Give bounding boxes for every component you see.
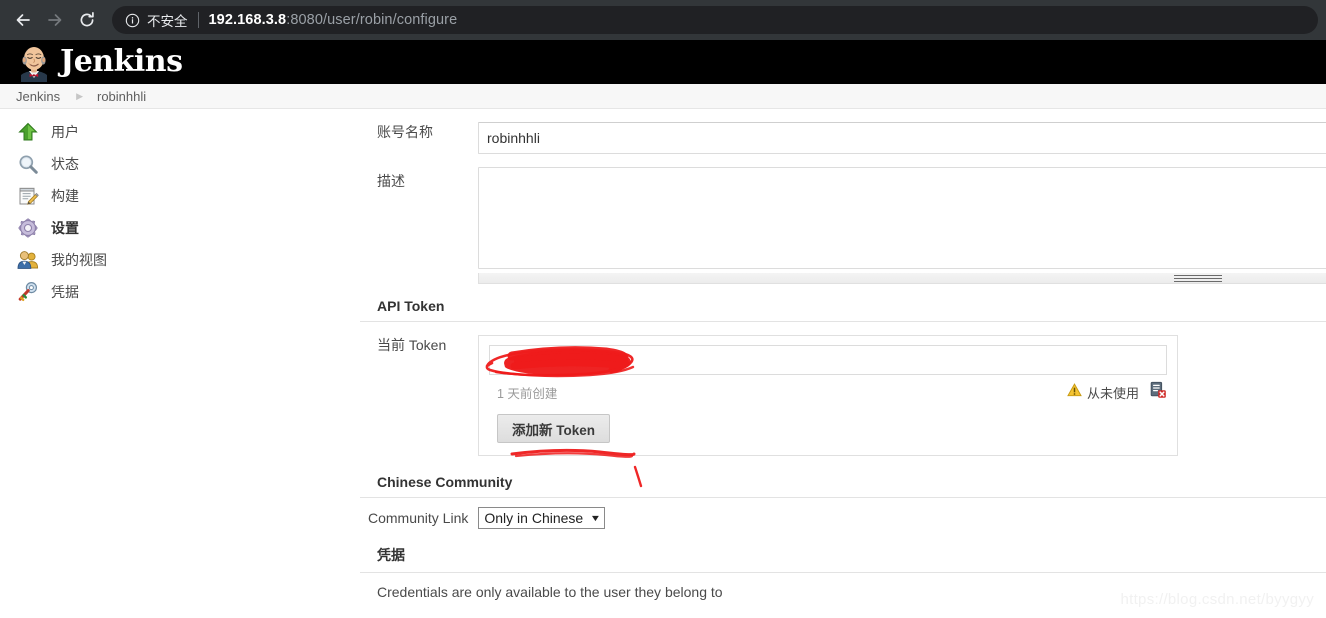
description-textarea[interactable] xyxy=(478,167,1326,269)
sidebar-item-configure[interactable]: 设置 xyxy=(0,212,360,244)
warning-triangle-icon xyxy=(1067,383,1082,402)
breadcrumb-item-jenkins[interactable]: Jenkins xyxy=(16,89,60,104)
key-icon xyxy=(16,280,40,304)
url-host: 192.168.3.8 xyxy=(209,12,287,28)
omnibox-divider xyxy=(198,12,199,28)
token-status-group: 从未使用 xyxy=(1067,381,1167,404)
account-name-input[interactable] xyxy=(478,122,1326,154)
security-status-label: 不安全 xyxy=(147,10,188,30)
credentials-divider xyxy=(360,572,1326,573)
breadcrumb: Jenkins ▶ robinhhli xyxy=(0,84,1326,109)
credentials-heading: 凭据 xyxy=(360,545,1326,565)
url-path: :8080/user/robin/configure xyxy=(286,12,457,28)
up-arrow-icon xyxy=(16,120,40,144)
token-panel: 1 天前创建 从未使用 xyxy=(478,335,1178,456)
chinese-community-divider xyxy=(360,497,1326,498)
sidebar-item-builds[interactable]: 构建 xyxy=(0,180,360,212)
sidebar-item-users[interactable]: 用户 xyxy=(0,116,360,148)
sidebar-item-credentials[interactable]: 凭据 xyxy=(0,276,360,308)
form-row-description: 描述 xyxy=(360,167,1326,284)
resize-grip-icon[interactable] xyxy=(1174,275,1222,281)
reload-button[interactable] xyxy=(72,5,102,35)
breadcrumb-item-robinhhli[interactable]: robinhhli xyxy=(97,89,146,104)
community-link-select[interactable]: Only in Chinese ▼ xyxy=(478,507,605,529)
api-token-heading: API Token xyxy=(360,298,1326,314)
magnifier-icon xyxy=(16,152,40,176)
add-new-token-button[interactable]: 添加新 Token xyxy=(497,414,610,443)
sidebar-item-label: 用户 xyxy=(51,122,79,142)
notepad-pencil-icon xyxy=(16,184,40,208)
breadcrumb-separator-icon: ▶ xyxy=(76,92,83,101)
jenkins-home-link[interactable]: Jenkins xyxy=(16,42,182,82)
address-bar[interactable]: 不安全 192.168.3.8:8080/user/robin/configur… xyxy=(112,6,1318,34)
community-link-selected-value: Only in Chinese xyxy=(484,510,583,526)
info-circle-icon[interactable] xyxy=(124,12,140,28)
sidebar-item-label: 我的视图 xyxy=(51,250,107,270)
people-icon xyxy=(16,248,40,272)
token-meta-row: 1 天前创建 从未使用 xyxy=(489,381,1167,403)
chinese-community-heading: Chinese Community xyxy=(360,474,1326,490)
url-text: 192.168.3.8:8080/user/robin/configure xyxy=(209,12,458,28)
browser-toolbar: 不安全 192.168.3.8:8080/user/robin/configur… xyxy=(0,0,1326,40)
sidebar-item-label: 构建 xyxy=(51,186,79,206)
sidebar-item-status[interactable]: 状态 xyxy=(0,148,360,180)
forward-button[interactable] xyxy=(40,5,70,35)
jenkins-header: Jenkins xyxy=(0,40,1326,84)
user-configure-form: 账号名称 描述 API Token 当前 Token 1 天前创建 xyxy=(360,116,1326,618)
jenkins-butler-icon xyxy=(16,42,52,82)
community-link-label: Community Link xyxy=(368,510,468,526)
back-button[interactable] xyxy=(8,5,38,35)
gear-icon xyxy=(16,216,40,240)
current-token-label: 当前 Token xyxy=(360,335,478,355)
sidebar-item-label: 状态 xyxy=(51,154,79,174)
token-status-label: 从未使用 xyxy=(1087,383,1139,402)
watermark: https://blog.csdn.net/byygyy xyxy=(1120,591,1314,608)
sidebar: 用户 状态 构建 xyxy=(0,116,360,308)
description-resize-bar[interactable] xyxy=(478,273,1326,284)
jenkins-wordmark: Jenkins xyxy=(60,47,182,77)
api-token-divider xyxy=(360,321,1326,322)
token-created-text: 1 天前创建 xyxy=(489,383,557,402)
chevron-down-icon: ▼ xyxy=(590,513,602,523)
revoke-token-icon[interactable] xyxy=(1149,381,1167,404)
sidebar-item-my-views[interactable]: 我的视图 xyxy=(0,244,360,276)
token-name-input[interactable] xyxy=(489,345,1167,375)
sidebar-item-label: 凭据 xyxy=(51,282,79,302)
form-row-account-name: 账号名称 xyxy=(360,122,1326,154)
description-label: 描述 xyxy=(360,167,478,191)
account-name-label: 账号名称 xyxy=(360,122,478,142)
sidebar-item-label: 设置 xyxy=(51,218,79,238)
form-row-community-link: Community Link Only in Chinese ▼ xyxy=(360,507,1326,529)
